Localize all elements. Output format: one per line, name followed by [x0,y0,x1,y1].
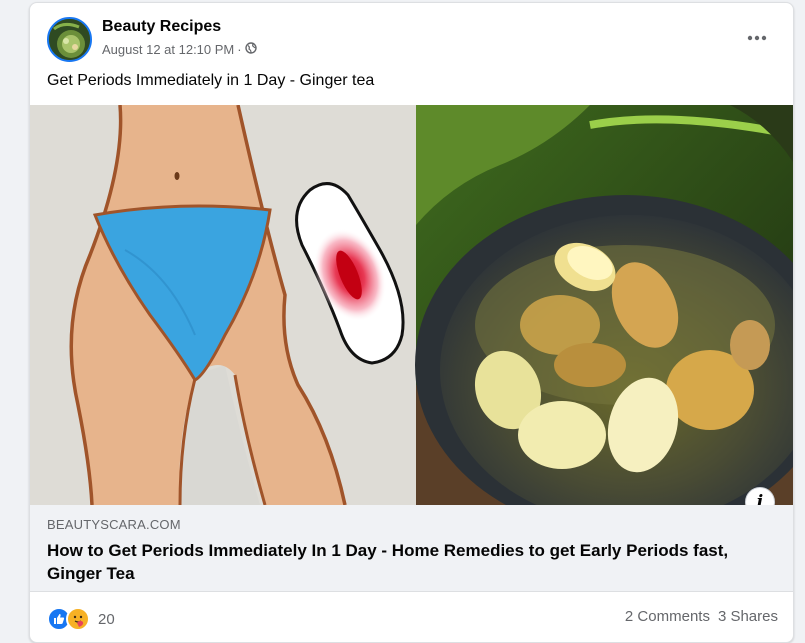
link-domain: BEAUTYSCARA.COM [47,517,181,532]
post-stats: 2 Comments 3 Shares [625,608,778,625]
more-options-button[interactable] [747,25,767,45]
post-text: Get Periods Immediately in 1 Day - Ginge… [47,72,375,89]
link-title[interactable]: How to Get Periods Immediately In 1 Day … [47,539,767,585]
meta-separator: · [237,42,242,57]
comments-link[interactable]: 2 Comments [625,608,710,625]
page-avatar[interactable] [47,17,92,62]
avatar-image [49,19,90,60]
post-timestamp[interactable]: August 12 at 12:10 PM [102,42,234,57]
link-preview[interactable]: BEAUTYSCARA.COM How to Get Periods Immed… [30,505,793,592]
post-meta: August 12 at 12:10 PM · [102,42,257,57]
globe-icon [244,42,257,57]
shares-link[interactable]: 3 Shares [718,608,778,625]
reactions-summary[interactable]: 20 [47,607,115,631]
post-image[interactable] [30,105,793,505]
care-icon [66,607,90,631]
engagement-bar: 20 2 Comments 3 Shares [30,591,793,642]
post-image-illustration [30,105,793,505]
reaction-count: 20 [98,610,115,628]
post-card: Beauty Recipes August 12 at 12:10 PM · G… [29,2,794,643]
post-header: Beauty Recipes August 12 at 12:10 PM · [30,3,793,63]
page-name[interactable]: Beauty Recipes [102,18,221,36]
ellipsis-icon [747,35,767,41]
